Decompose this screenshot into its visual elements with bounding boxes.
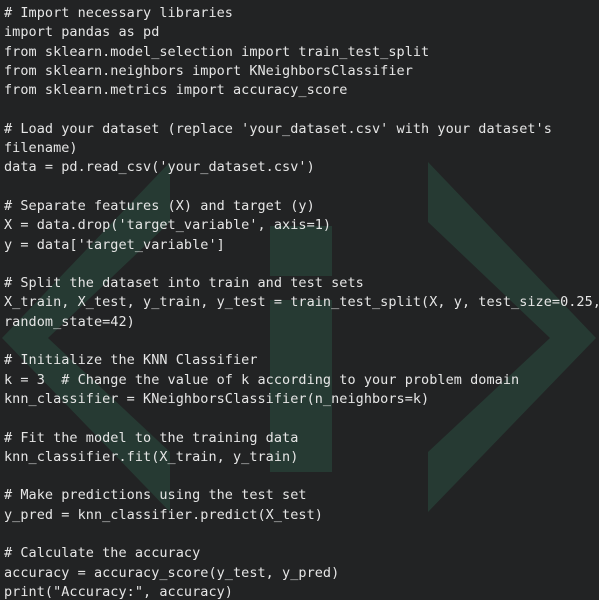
code-line: # Initialize the KNN Classifier bbox=[4, 352, 258, 369]
code-line: data = pd.read_csv('your_dataset.csv') bbox=[4, 159, 315, 176]
code-line: # Calculate the accuracy bbox=[4, 545, 201, 562]
code-line: y_pred = knn_classifier.predict(X_test) bbox=[4, 506, 323, 523]
code-editor: # Import necessary libraries import panda… bbox=[0, 0, 599, 600]
code-line: X_train, X_test, y_train, y_test = train… bbox=[4, 294, 599, 311]
code-line: from sklearn.metrics import accuracy_sco… bbox=[4, 82, 348, 99]
code-line: # Load your dataset (replace 'your_datas… bbox=[4, 120, 552, 137]
code-block: # Import necessary libraries import panda… bbox=[4, 4, 599, 600]
code-line: # Make predictions using the test set bbox=[4, 487, 307, 504]
code-line: from sklearn.neighbors import KNeighbors… bbox=[4, 62, 413, 79]
code-line: filename) bbox=[4, 140, 78, 157]
code-line: accuracy = accuracy_score(y_test, y_pred… bbox=[4, 564, 340, 581]
code-line: k = 3 # Change the value of k according … bbox=[4, 371, 520, 388]
code-line: y = data['target_variable'] bbox=[4, 236, 225, 253]
code-line: knn_classifier.fit(X_train, y_train) bbox=[4, 448, 299, 465]
code-line: knn_classifier = KNeighborsClassifier(n_… bbox=[4, 390, 430, 407]
code-line: print("Accuracy:", accuracy) bbox=[4, 583, 233, 600]
code-line: # Separate features (X) and target (y) bbox=[4, 197, 315, 214]
code-line: # Split the dataset into train and test … bbox=[4, 275, 364, 292]
code-line: # Import necessary libraries bbox=[4, 5, 233, 21]
code-line: # Fit the model to the training data bbox=[4, 429, 299, 446]
code-line: X = data.drop('target_variable', axis=1) bbox=[4, 217, 332, 234]
code-line: from sklearn.model_selection import trai… bbox=[4, 43, 430, 60]
code-line: random_state=42) bbox=[4, 313, 135, 330]
code-line: import pandas as pd bbox=[4, 24, 160, 41]
